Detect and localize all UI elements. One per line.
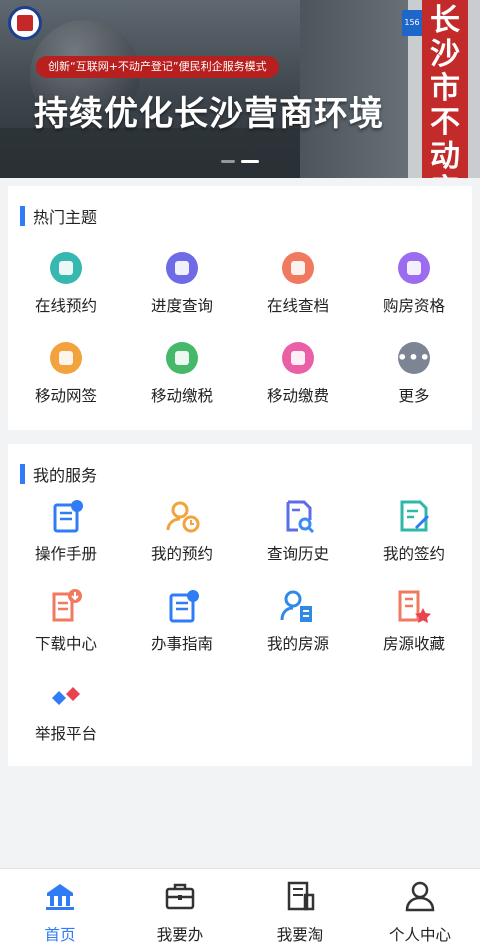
search-progress-icon [166,252,198,284]
tab-label: 我要办 [156,926,204,944]
user-clock-icon [162,496,202,536]
service-label: 我的预约 [150,545,213,563]
section-header: 我的服务 [20,464,98,485]
hot-topic-item[interactable]: 进度查询 [124,252,240,342]
calendar-icon [50,252,82,284]
hot-topic-label: 购房资格 [382,297,445,315]
tab-1[interactable]: 首页 [0,869,120,952]
tab-label: 首页 [44,926,76,944]
hot-topic-item[interactable]: 购房资格 [356,252,472,342]
service-item[interactable]: 我的房源 [240,586,356,676]
more-icon: ••• [397,342,430,374]
service-label: 下载中心 [34,635,97,653]
my-services-section: 我的服务 操作手册 我的预约 查询历史 我的签约下载中心 办事指南 我的房源 房源收藏举报平… [8,444,472,766]
home-icon [43,879,77,917]
service-label: 办事指南 [150,635,213,653]
service-label: 房源收藏 [382,635,445,653]
carousel-indicator [0,160,480,163]
service-item[interactable]: 举报平台 [8,676,124,766]
building-search-icon [283,879,317,917]
hot-topic-item[interactable]: 移动缴费 [240,342,356,432]
tab-4[interactable]: 个人中心 [360,869,480,952]
service-item[interactable]: 我的预约 [124,496,240,586]
hot-topics-grid: 在线预约 进度查询 在线查档 购房资格移动网签 移动缴税 移动缴费 ••• 更多 [8,252,472,432]
service-item[interactable]: 房源收藏 [356,586,472,676]
mobile-tax-icon [166,342,198,374]
tab-label: 我要淘 [276,926,324,944]
manual-icon [46,496,86,536]
user-building-icon [278,586,318,626]
mobile-pay-icon [282,342,314,374]
hot-topic-label: 移动缴税 [150,387,213,405]
hot-topic-item[interactable]: 在线预约 [8,252,124,342]
tab-label: 个人中心 [388,926,451,944]
my-services-grid: 操作手册 我的预约 查询历史 我的签约下载中心 办事指南 我的房源 房源收藏举报平台 [8,496,472,766]
hot-topic-label: 移动网签 [34,387,97,405]
carousel-dot-active[interactable] [241,160,259,163]
service-item[interactable]: 我的签约 [356,496,472,586]
hot-topics-section: 热门主题 在线预约 进度查询 在线查档 购房资格移动网签 移动缴税 移动缴费 ••• 更多 [8,186,472,430]
service-label: 查询历史 [266,545,329,563]
hot-topic-item[interactable]: 在线查档 [240,252,356,342]
tab-3[interactable]: 我要淘 [240,869,360,952]
service-item[interactable]: 查询历史 [240,496,356,586]
house-number-plate: 156 [402,10,422,36]
building-star-icon [394,586,434,626]
archive-icon [282,252,314,284]
app-screen: 长沙市不动产 156 创新“互联网+不动产登记”便民利企服务模式 持续优化长沙营… [0,0,480,952]
hot-topic-label: 在线查档 [266,297,329,315]
service-label: 举报平台 [34,725,97,743]
service-item[interactable]: 操作手册 [8,496,124,586]
tab-2[interactable]: 我要办 [120,869,240,952]
hot-topic-item[interactable]: 移动缴税 [124,342,240,432]
hot-topic-label: 更多 [398,387,430,405]
doc-sign-icon [394,496,434,536]
building-icon [398,252,430,284]
hot-topic-item[interactable]: 移动网签 [8,342,124,432]
section-accent-bar [20,464,25,484]
hot-topic-label: 在线预约 [34,297,97,315]
guide-icon [162,586,202,626]
service-label: 我的房源 [266,635,329,653]
banner-headline: 持续优化长沙营商环境 [34,94,384,134]
service-item[interactable]: 办事指南 [124,586,240,676]
person-icon [403,879,437,917]
section-title: 热门主题 [33,208,98,227]
doc-search-icon [278,496,318,536]
service-label: 我的签约 [382,545,445,563]
report-icon [46,676,86,716]
briefcase-icon [163,879,197,917]
banner-desk [0,128,330,178]
section-title: 我的服务 [33,466,98,485]
hot-topic-label: 进度查询 [150,297,213,315]
mobile-sign-icon [50,342,82,374]
emblem-logo [8,6,42,40]
download-doc-icon [46,586,86,626]
hot-topic-label: 移动缴费 [266,387,329,405]
service-label: 操作手册 [34,545,97,563]
promo-banner[interactable]: 长沙市不动产 156 创新“互联网+不动产登记”便民利企服务模式 持续优化长沙营… [0,0,480,178]
bottom-tab-bar: 首页 我要办 我要淘 个人中心 [0,868,480,952]
service-item[interactable]: 下载中心 [8,586,124,676]
hot-topic-item[interactable]: ••• 更多 [356,342,472,432]
section-accent-bar [20,206,25,226]
campaign-pill: 创新“互联网+不动产登记”便民利企服务模式 [36,56,279,78]
section-header: 热门主题 [20,206,98,227]
banner-vertical-sign: 长沙市不动产 [430,3,460,179]
carousel-dot[interactable] [221,160,235,163]
